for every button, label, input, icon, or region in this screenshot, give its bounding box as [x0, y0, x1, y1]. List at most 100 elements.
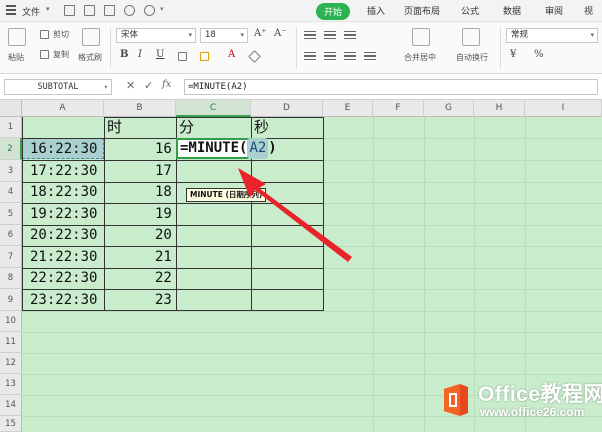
- column-header-i[interactable]: I: [525, 100, 602, 117]
- cell-a8[interactable]: 22:22:30: [30, 268, 97, 288]
- undo-icon[interactable]: [124, 5, 135, 16]
- paste-label[interactable]: 粘贴: [8, 52, 24, 63]
- cell-b1[interactable]: 时: [107, 117, 122, 137]
- align-top-icon[interactable]: [304, 31, 316, 41]
- format-painter-icon[interactable]: [82, 28, 100, 46]
- wrap-text-icon[interactable]: [462, 28, 480, 46]
- row-header-9[interactable]: 9: [0, 289, 22, 311]
- tab-formulas[interactable]: 公式: [461, 4, 479, 17]
- paste-icon[interactable]: [8, 28, 26, 46]
- column-header-b[interactable]: B: [104, 100, 176, 117]
- row-header-6[interactable]: 6: [0, 225, 22, 246]
- currency-button[interactable]: ¥: [510, 49, 516, 60]
- merge-center-label[interactable]: 合并居中: [404, 52, 436, 63]
- formula-input[interactable]: =MINUTE(A2): [184, 79, 598, 95]
- border-icon[interactable]: [178, 52, 187, 61]
- cell-b4[interactable]: 18: [155, 182, 172, 202]
- align-bottom-icon[interactable]: [344, 31, 356, 41]
- row-header-3[interactable]: 3: [0, 160, 22, 182]
- column-header-a[interactable]: A: [22, 100, 104, 117]
- cut-button[interactable]: 剪切: [53, 29, 69, 40]
- row-header-5[interactable]: 5: [0, 203, 22, 225]
- print-preview-icon[interactable]: [104, 5, 115, 16]
- select-all-corner[interactable]: [0, 100, 22, 117]
- column-header-d[interactable]: D: [251, 100, 323, 117]
- redo-icon[interactable]: [144, 5, 155, 16]
- bold-button[interactable]: B: [120, 49, 128, 60]
- row-header-7[interactable]: 7: [0, 246, 22, 268]
- font-color-button[interactable]: A: [228, 49, 235, 60]
- scissors-icon[interactable]: [40, 30, 49, 39]
- save-icon[interactable]: [64, 5, 75, 16]
- cancel-icon[interactable]: ✕: [126, 79, 135, 92]
- column-header-e[interactable]: E: [323, 100, 373, 117]
- chevron-down-icon[interactable]: ▾: [46, 5, 50, 13]
- column-header-g[interactable]: G: [424, 100, 474, 117]
- cell-c1[interactable]: 分: [179, 117, 194, 137]
- cell-b6[interactable]: 20: [155, 225, 172, 245]
- insert-function-icon[interactable]: fx: [162, 79, 171, 90]
- column-header-h[interactable]: H: [474, 100, 525, 117]
- cell-a6[interactable]: 20:22:30: [30, 225, 97, 245]
- italic-button[interactable]: I: [138, 49, 142, 60]
- cell-b5[interactable]: 19: [155, 204, 172, 224]
- confirm-icon[interactable]: ✓: [144, 79, 153, 92]
- edit-ref-chip[interactable]: A2: [247, 138, 269, 159]
- cell-d1[interactable]: 秒: [254, 117, 269, 137]
- align-right-icon[interactable]: [344, 52, 356, 62]
- cell-edit-text[interactable]: =MINUTE(A2): [180, 138, 277, 159]
- cell-b2[interactable]: 16: [155, 139, 172, 159]
- row-header-15[interactable]: 15: [0, 416, 22, 432]
- function-tooltip[interactable]: MINUTE (日期序列): [186, 188, 267, 202]
- name-box[interactable]: SUBTOTAL ▾: [4, 79, 112, 95]
- column-header-f[interactable]: F: [373, 100, 424, 117]
- underline-button[interactable]: U: [156, 49, 164, 60]
- wrap-text-label[interactable]: 自动换行: [456, 52, 488, 63]
- tab-data[interactable]: 数据: [503, 4, 521, 17]
- row-header-2[interactable]: 2: [0, 138, 22, 160]
- eraser-icon[interactable]: [248, 50, 261, 63]
- copy-button[interactable]: 复制: [53, 49, 69, 60]
- cell-a2[interactable]: 16:22:30: [30, 139, 97, 159]
- tab-home[interactable]: 开始: [316, 3, 351, 20]
- cell-b3[interactable]: 17: [155, 161, 172, 181]
- row-header-1[interactable]: 1: [0, 117, 22, 138]
- align-left-icon[interactable]: [304, 52, 316, 62]
- tab-review[interactable]: 审阅: [545, 4, 563, 17]
- file-menu[interactable]: 文件: [22, 5, 40, 18]
- fill-color-icon[interactable]: [200, 52, 209, 61]
- cell-a4[interactable]: 18:22:30: [30, 182, 97, 202]
- cell-b7[interactable]: 21: [155, 247, 172, 267]
- cell-a7[interactable]: 21:22:30: [30, 247, 97, 267]
- tab-page-layout[interactable]: 页面布局: [404, 4, 440, 17]
- percent-button[interactable]: %: [534, 49, 544, 60]
- cell-a9[interactable]: 23:22:30: [30, 290, 97, 310]
- font-name-select[interactable]: 宋体 ▾: [116, 28, 196, 43]
- cell-b9[interactable]: 23: [155, 290, 172, 310]
- align-middle-icon[interactable]: [324, 31, 336, 41]
- tab-view[interactable]: 视: [584, 4, 593, 17]
- align-center-icon[interactable]: [324, 52, 336, 62]
- tab-insert[interactable]: 插入: [367, 4, 385, 17]
- print-icon[interactable]: [84, 5, 95, 16]
- merge-center-icon[interactable]: [412, 28, 430, 46]
- row-header-10[interactable]: 10: [0, 311, 22, 332]
- font-shrink-button[interactable]: A⁻: [274, 28, 287, 39]
- row-header-4[interactable]: 4: [0, 182, 22, 203]
- menu-icon[interactable]: [6, 5, 16, 15]
- quick-access-more-icon[interactable]: ▾: [160, 5, 164, 13]
- cell-a5[interactable]: 19:22:30: [30, 204, 97, 224]
- justify-icon[interactable]: [364, 52, 376, 62]
- font-grow-button[interactable]: A⁺: [254, 28, 267, 39]
- row-header-14[interactable]: 14: [0, 395, 22, 416]
- copy-icon[interactable]: [40, 50, 49, 59]
- font-size-select[interactable]: 18 ▾: [200, 28, 248, 43]
- cell-b8[interactable]: 22: [155, 268, 172, 288]
- format-painter-label[interactable]: 格式刷: [78, 52, 102, 63]
- row-header-13[interactable]: 13: [0, 374, 22, 395]
- row-header-12[interactable]: 12: [0, 353, 22, 374]
- cell-a3[interactable]: 17:22:30: [30, 161, 97, 181]
- column-header-c[interactable]: C: [176, 100, 251, 117]
- number-format-select[interactable]: 常规 ▾: [506, 28, 598, 43]
- row-header-11[interactable]: 11: [0, 332, 22, 353]
